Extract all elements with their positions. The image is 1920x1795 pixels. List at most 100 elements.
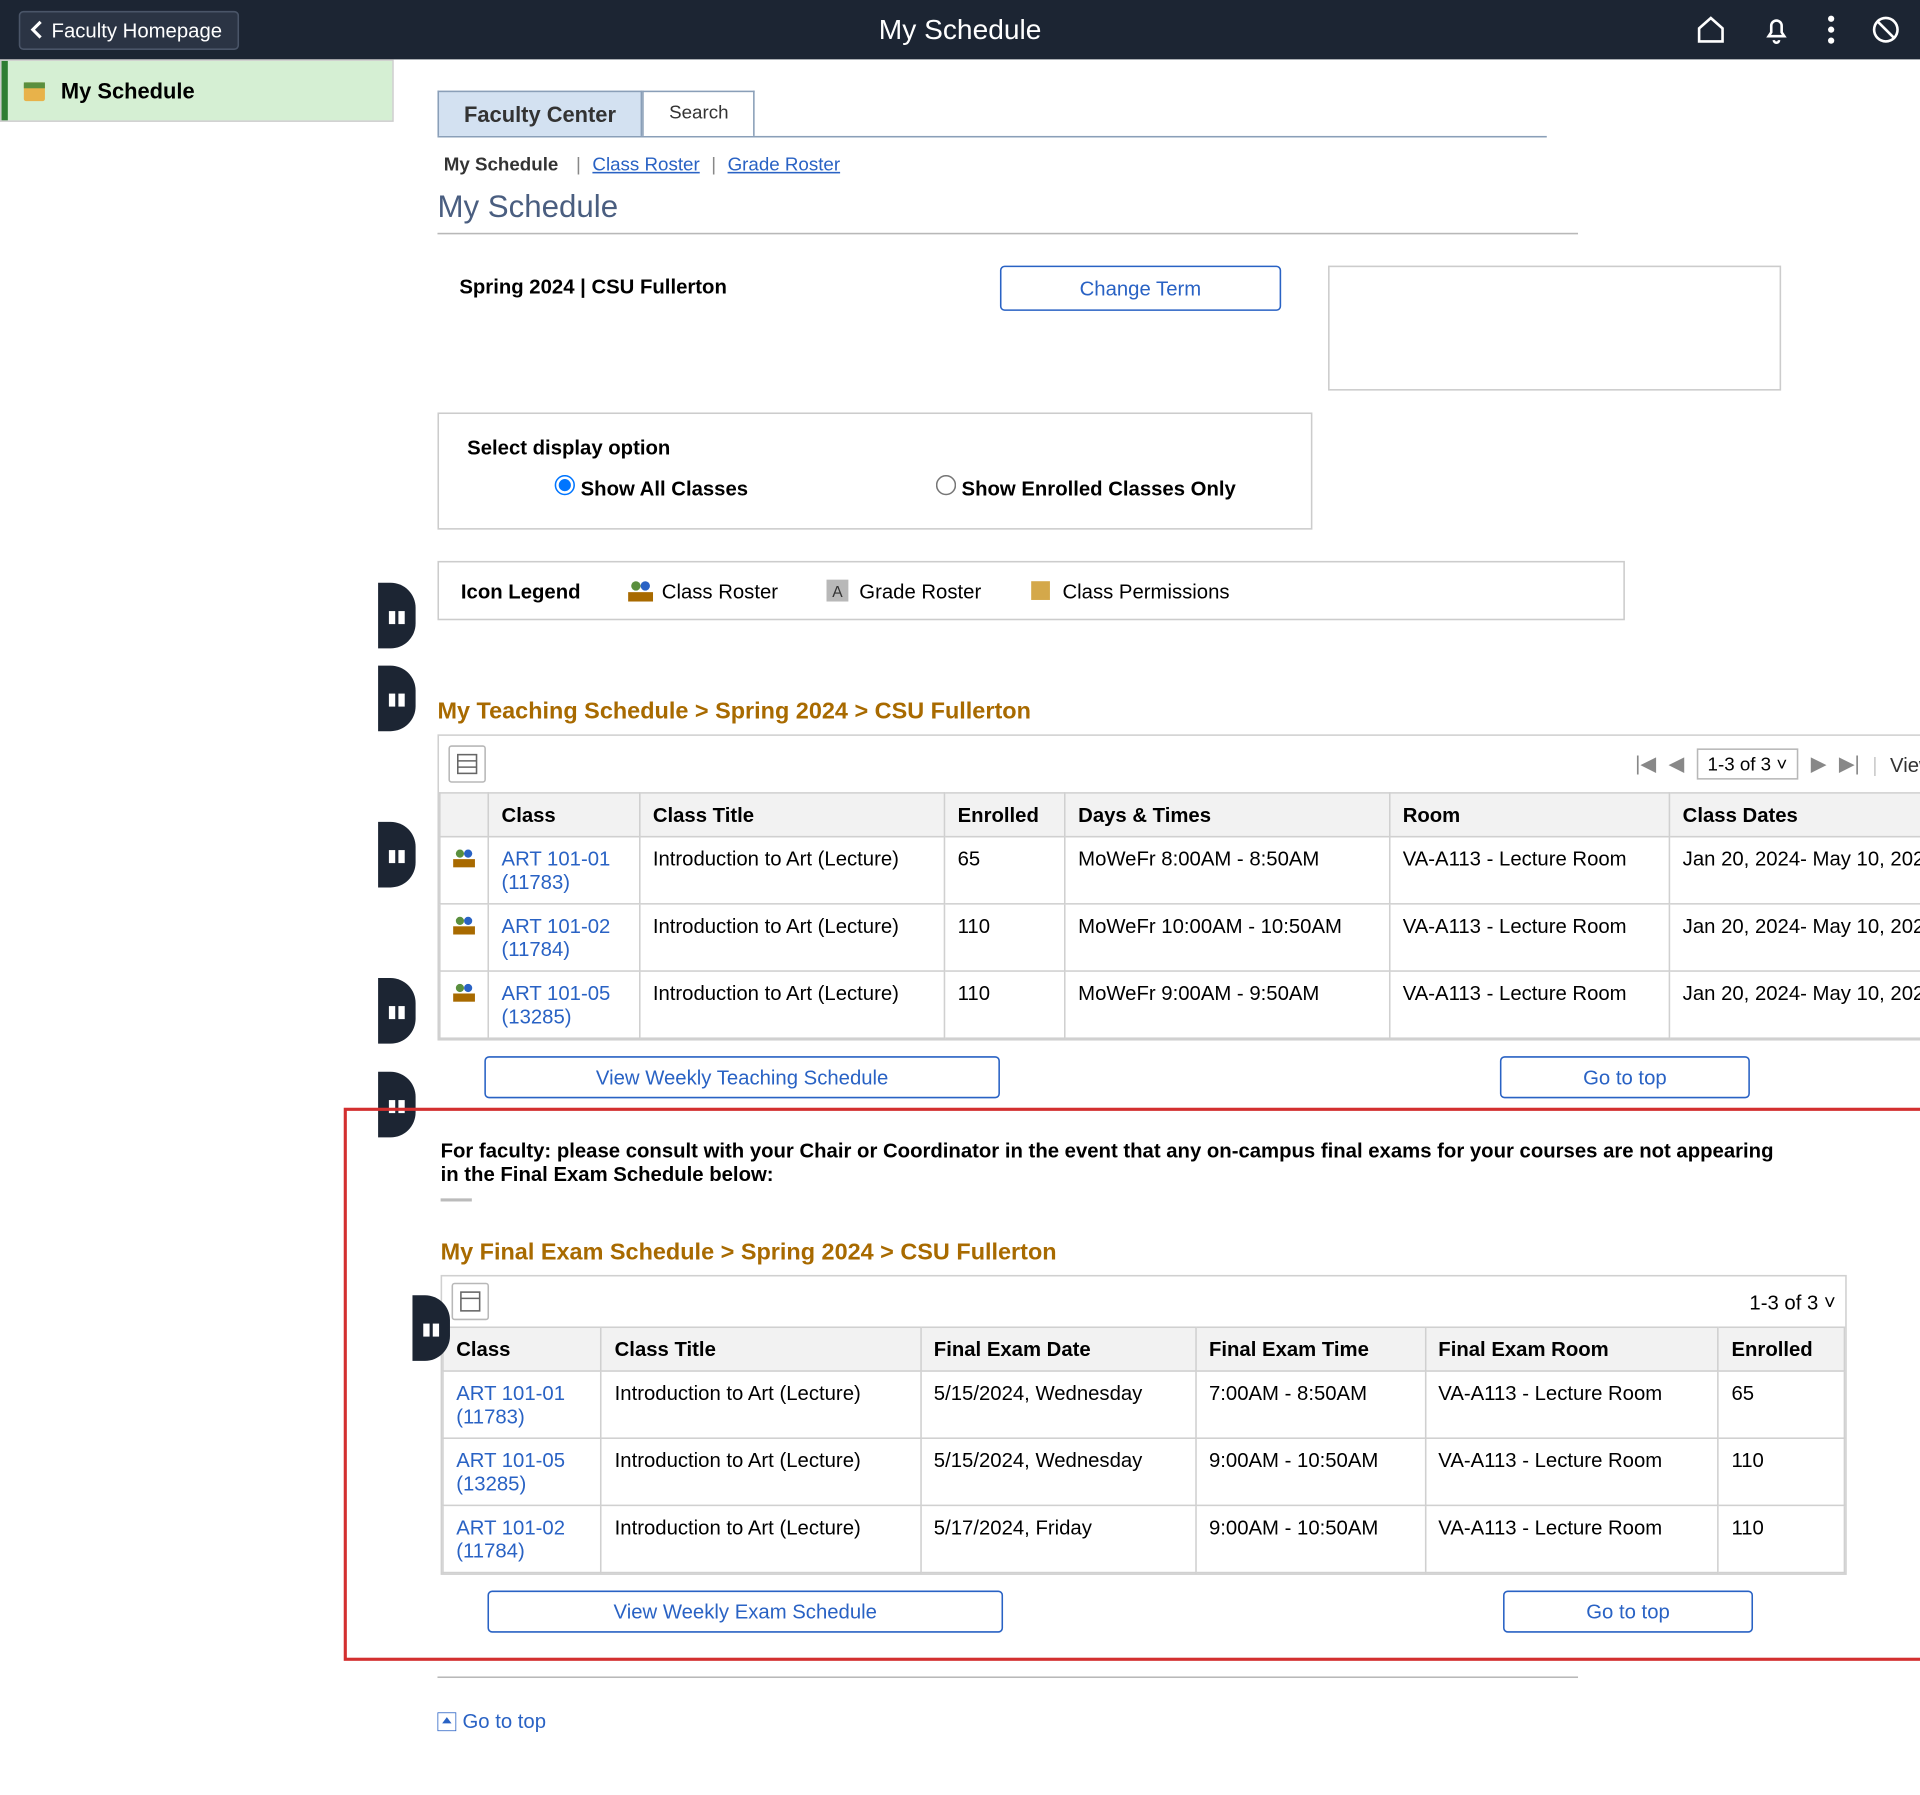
cell-date: 5/17/2024, Friday — [921, 1505, 1196, 1572]
cell-room: VA-A113 - Lecture Room — [1425, 1505, 1718, 1572]
teaching-heading: My Teaching Schedule > Spring 2024 > CSU… — [437, 698, 1920, 725]
grade-icon: A — [825, 578, 850, 603]
legend-class-permissions: Class Permissions — [1028, 578, 1229, 603]
radio-show-all-input[interactable] — [555, 475, 575, 495]
bell-icon[interactable] — [1761, 14, 1792, 45]
grid-settings-icon[interactable] — [448, 745, 485, 782]
class-link[interactable]: ART 101-05(13285) — [502, 981, 611, 1028]
teaching-table: Class Class Title Enrolled Days & Times … — [439, 792, 1920, 1039]
subnav: My Schedule | Class Roster | Grade Roste… — [437, 147, 1920, 181]
divider — [437, 233, 1578, 235]
home-icon[interactable] — [1695, 14, 1726, 45]
banner-icon-group — [1695, 14, 1901, 45]
calendar-icon — [20, 77, 48, 105]
divider — [441, 1198, 472, 1201]
edge-tab-6[interactable]: ▮▮ — [412, 1295, 449, 1361]
th-class: Class — [443, 1327, 601, 1371]
cell-title: Introduction to Art (Lecture) — [601, 1371, 920, 1438]
permissions-icon — [1028, 578, 1053, 603]
edge-tab-4[interactable]: ▮▮ — [378, 978, 415, 1044]
footer-go-to-top[interactable]: Go to top — [437, 1709, 1920, 1732]
go-to-top-button[interactable]: Go to top — [1500, 1056, 1750, 1098]
tab-search[interactable]: Search — [643, 91, 756, 136]
page-banner-title: My Schedule — [879, 13, 1042, 46]
teaching-pager: |◀ ◀ 1-3 of 3 ˅ ▶ ▶| | View All — [1623, 742, 1920, 786]
table-row: ART 101-02(11784) Introduction to Art (L… — [443, 1505, 1844, 1572]
roster-icon-cell[interactable] — [440, 837, 488, 904]
subnav-class-roster[interactable]: Class Roster — [592, 153, 699, 175]
main-content: Faculty Center Search My Schedule | Clas… — [406, 59, 1920, 1795]
weekly-teaching-button[interactable]: View Weekly Teaching Schedule — [484, 1056, 1000, 1098]
cell-time: 9:00AM - 10:50AM — [1196, 1438, 1425, 1505]
final-info-text: For faculty: please consult with your Ch… — [441, 1139, 1785, 1186]
edge-tab-3[interactable]: ▮▮ — [378, 822, 415, 888]
th-days: Days & Times — [1065, 793, 1390, 837]
cell-title: Introduction to Art (Lecture) — [601, 1438, 920, 1505]
table-header-row: Class Class Title Final Exam Date Final … — [443, 1327, 1844, 1371]
more-icon[interactable] — [1826, 14, 1835, 45]
term-row: Spring 2024 | CSU Fullerton Change Term — [437, 266, 1796, 391]
class-link[interactable]: ART 101-05(13285) — [456, 1448, 565, 1495]
cell-room: VA-A113 - Lecture Room — [1425, 1438, 1718, 1505]
th-date: Final Exam Date — [921, 1327, 1196, 1371]
radio-show-enrolled-input[interactable] — [936, 475, 956, 495]
radio-show-all[interactable]: Show All Classes — [555, 475, 748, 500]
cell-enrolled: 110 — [1718, 1438, 1844, 1505]
class-link[interactable]: ART 101-02(11784) — [456, 1516, 565, 1563]
final-heading: My Final Exam Schedule > Spring 2024 > C… — [441, 1239, 1920, 1266]
table-row: ART 101-02(11784) Introduction to Art (L… — [440, 904, 1920, 971]
sidebar-item-my-schedule[interactable]: My Schedule — [2, 61, 393, 120]
pager-first-icon[interactable]: |◀ — [1635, 752, 1656, 777]
class-link[interactable]: ART 101-01(11783) — [502, 847, 611, 894]
roster-icon-cell[interactable] — [440, 904, 488, 971]
th-room: Final Exam Room — [1425, 1327, 1718, 1371]
cell-time: 7:00AM - 8:50AM — [1196, 1371, 1425, 1438]
th-time: Final Exam Time — [1196, 1327, 1425, 1371]
cell-enrolled: 110 — [1718, 1505, 1844, 1572]
grid-settings-icon[interactable] — [452, 1283, 489, 1320]
sidebar: My Schedule — [0, 59, 394, 121]
cell-days: MoWeFr 10:00AM - 10:50AM — [1065, 904, 1390, 971]
class-link[interactable]: ART 101-02(11784) — [502, 914, 611, 961]
legend-grade-roster: A Grade Roster — [825, 578, 981, 603]
top-banner: Faculty Homepage My Schedule — [0, 0, 1920, 59]
pager-next-icon[interactable]: ▶ — [1811, 752, 1827, 777]
table-header-row: Class Class Title Enrolled Days & Times … — [440, 793, 1920, 837]
cell-days: MoWeFr 9:00AM - 9:50AM — [1065, 971, 1390, 1038]
tab-faculty-center[interactable]: Faculty Center — [437, 91, 642, 136]
cell-title: Introduction to Art (Lecture) — [640, 971, 945, 1038]
cell-date: 5/15/2024, Wednesday — [921, 1438, 1196, 1505]
final-pager-range[interactable]: 1-3 of 3 ˅ — [1749, 1290, 1835, 1313]
edge-tab-1[interactable]: ▮▮ — [378, 583, 415, 649]
cell-enrolled: 110 — [944, 971, 1065, 1038]
info-panel — [1328, 266, 1781, 391]
weekly-exam-button[interactable]: View Weekly Exam Schedule — [487, 1591, 1003, 1633]
people-icon — [627, 578, 652, 603]
no-entry-icon[interactable] — [1870, 14, 1901, 45]
change-term-button[interactable]: Change Term — [1000, 266, 1281, 311]
sidebar-item-label: My Schedule — [61, 78, 195, 103]
pager-range[interactable]: 1-3 of 3 ˅ — [1697, 748, 1799, 779]
cell-date: 5/15/2024, Wednesday — [921, 1371, 1196, 1438]
roster-icon-cell[interactable] — [440, 971, 488, 1038]
pager-last-icon[interactable]: ▶| — [1839, 752, 1860, 777]
back-button[interactable]: Faculty Homepage — [19, 10, 239, 49]
table-row: ART 101-05(13285) Introduction to Art (L… — [440, 971, 1920, 1038]
th-title: Class Title — [601, 1327, 920, 1371]
cell-room: VA-A113 - Lecture Room — [1425, 1371, 1718, 1438]
subnav-grade-roster[interactable]: Grade Roster — [728, 153, 841, 175]
radio-show-enrolled[interactable]: Show Enrolled Classes Only — [936, 475, 1236, 500]
class-link[interactable]: ART 101-01(11783) — [456, 1381, 565, 1428]
go-to-top-button[interactable]: Go to top — [1503, 1591, 1753, 1633]
view-all-link[interactable]: View All — [1890, 752, 1920, 775]
cell-room: VA-A113 - Lecture Room — [1389, 971, 1669, 1038]
edge-tab-2[interactable]: ▮▮ — [378, 666, 415, 732]
cell-dates: Jan 20, 2024- May 10, 2024 — [1669, 837, 1920, 904]
pager-prev-icon[interactable]: ◀ — [1668, 752, 1684, 777]
back-button-label: Faculty Homepage — [52, 18, 222, 41]
cell-dates: Jan 20, 2024- May 10, 2024 — [1669, 904, 1920, 971]
cell-enrolled: 65 — [1718, 1371, 1844, 1438]
divider — [437, 1676, 1578, 1678]
legend-class-roster: Class Roster — [627, 578, 778, 603]
icon-legend: Icon Legend Class Roster A Grade Roster … — [437, 561, 1624, 620]
